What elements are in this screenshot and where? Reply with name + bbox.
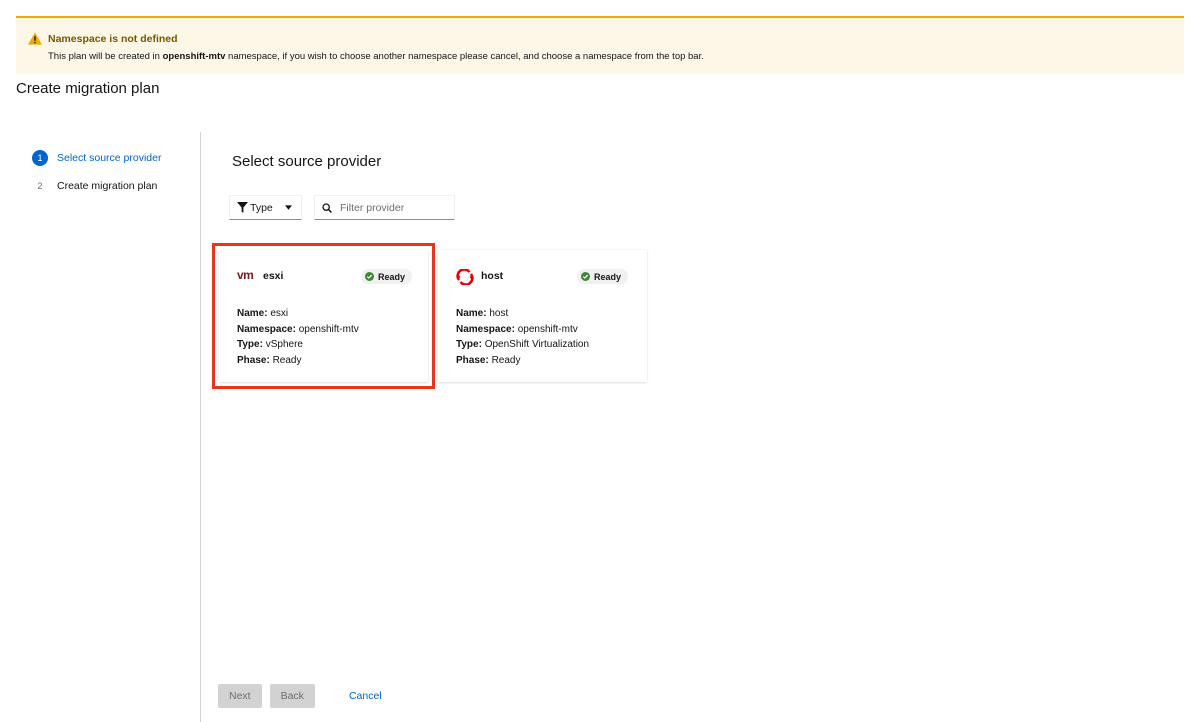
- wizard-footer: Next Back Cancel: [218, 684, 382, 708]
- detail-name: Name: host: [456, 306, 589, 322]
- svg-text:vm: vm: [237, 269, 253, 281]
- alert-title: Namespace is not defined: [48, 33, 178, 45]
- detail-phase: Phase: Ready: [237, 353, 359, 369]
- check-circle-icon: [364, 272, 374, 281]
- next-button[interactable]: Next: [218, 684, 262, 708]
- alert-description: This plan will be created in openshift-m…: [48, 51, 704, 62]
- detail-value: openshift-mtv: [295, 323, 359, 335]
- detail-label: Name:: [456, 308, 487, 319]
- wizard-nav: 1 Select source provider 2 Create migrat…: [32, 148, 200, 204]
- alert-text-prefix: This plan will be created in: [48, 51, 163, 62]
- vmware-logo-icon: vm: [237, 269, 254, 281]
- detail-label: Phase:: [237, 354, 270, 366]
- detail-value: Ready: [269, 354, 302, 366]
- search-box: [314, 195, 455, 220]
- filter-toolbar: Type: [229, 195, 455, 221]
- detail-phase: Phase: Ready: [456, 353, 589, 369]
- detail-label: Phase:: [456, 354, 489, 366]
- detail-value: vSphere: [262, 339, 303, 350]
- detail-type: Type: OpenShift Virtualization: [456, 337, 589, 353]
- detail-value: openshift-mtv: [514, 323, 578, 335]
- type-filter-label: Type: [250, 201, 273, 214]
- card-header: vm esxi Ready: [219, 266, 428, 286]
- caret-down-icon: [284, 205, 292, 210]
- detail-value: Ready: [488, 354, 521, 366]
- provider-details: Name: esxi Namespace: openshift-mtv Type…: [237, 306, 359, 368]
- provider-details: Name: host Namespace: openshift-mtv Type…: [456, 306, 589, 368]
- search-icon: [322, 202, 332, 213]
- provider-name: host: [481, 270, 504, 282]
- section-title: Select source provider: [232, 153, 382, 170]
- status-label: Ready: [377, 271, 405, 282]
- type-filter-dropdown[interactable]: Type: [229, 195, 302, 220]
- detail-type: Type: vSphere: [237, 337, 359, 353]
- back-button[interactable]: Back: [269, 684, 315, 708]
- alert-namespace: openshift-mtv: [162, 51, 226, 62]
- step-label: Create migration plan: [57, 180, 158, 192]
- detail-value: host: [486, 308, 509, 319]
- provider-card-host[interactable]: host Ready Name: host Namespace: openshi…: [438, 250, 647, 382]
- detail-namespace: Namespace: openshift-mtv: [456, 322, 589, 338]
- detail-namespace: Namespace: openshift-mtv: [237, 322, 359, 338]
- step-label: Select source provider: [57, 152, 162, 164]
- detail-label: Name:: [237, 308, 268, 319]
- provider-card-esxi[interactable]: vm esxi Ready Name: esxi Namespace: open…: [212, 243, 435, 389]
- detail-value: OpenShift Virtualization: [481, 339, 590, 350]
- detail-label: Namespace:: [237, 323, 296, 335]
- wizard-divider: [200, 132, 201, 722]
- status-badge: Ready: [360, 269, 412, 284]
- namespace-warning-alert: Namespace is not defined This plan will …: [16, 16, 1184, 74]
- wizard-step-create-migration-plan[interactable]: 2 Create migration plan: [32, 176, 200, 196]
- step-number: 1: [32, 150, 48, 166]
- wizard-step-select-source-provider[interactable]: 1 Select source provider: [32, 148, 200, 168]
- detail-label: Type:: [456, 339, 482, 350]
- filter-icon: [237, 202, 248, 213]
- cancel-button[interactable]: Cancel: [349, 690, 382, 702]
- detail-value: esxi: [267, 308, 289, 319]
- check-circle-icon: [580, 272, 590, 281]
- status-badge: Ready: [576, 269, 628, 284]
- alert-text-suffix: namespace, if you wish to choose another…: [225, 51, 704, 62]
- provider-name: esxi: [263, 270, 284, 282]
- filter-provider-input[interactable]: [340, 201, 450, 214]
- card-header: host Ready: [438, 266, 647, 286]
- detail-name: Name: esxi: [237, 306, 359, 322]
- openshift-logo-icon: [456, 269, 474, 285]
- step-number: 2: [37, 181, 43, 191]
- status-label: Ready: [593, 271, 621, 282]
- detail-label: Type:: [237, 339, 263, 350]
- warning-icon: [28, 32, 42, 45]
- detail-label: Namespace:: [456, 323, 515, 335]
- page-title: Create migration plan: [16, 80, 160, 97]
